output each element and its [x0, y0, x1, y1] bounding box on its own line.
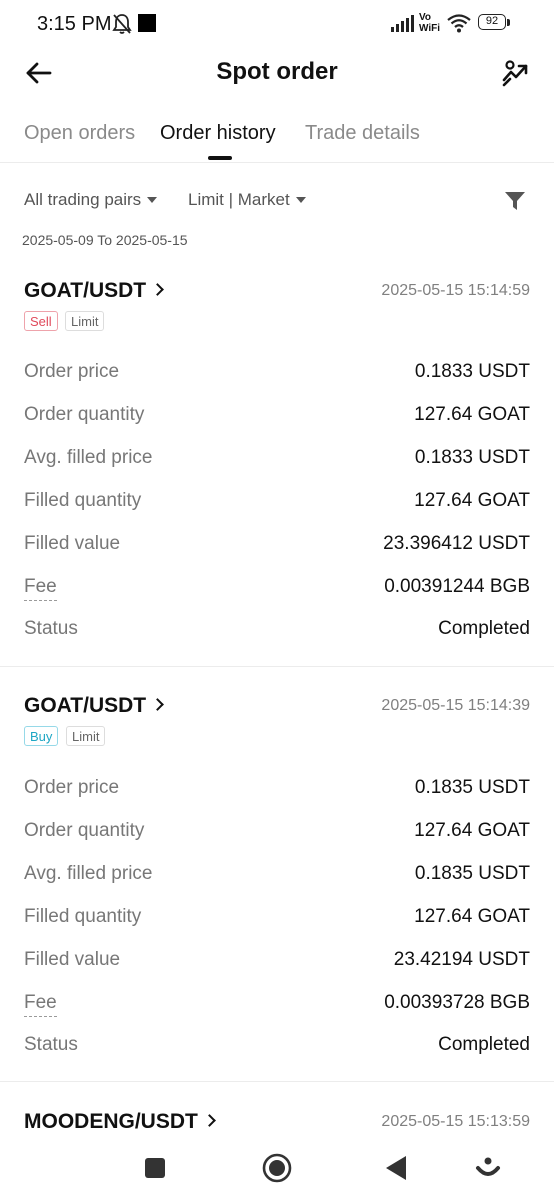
fee-label-tooltip[interactable]: Fee	[24, 992, 57, 1017]
status-row: Status Completed	[0, 618, 554, 648]
order-time: 2025-05-15 15:13:59	[381, 1113, 530, 1130]
trading-pairs-label: All trading pairs	[24, 190, 142, 209]
order-pair-label: GOAT/USDT	[24, 694, 147, 717]
row-value: 127.64 GOAT	[414, 820, 530, 841]
side-badge-sell: Sell	[24, 311, 58, 331]
page-title: Spot order	[216, 58, 338, 85]
nav-square-icon[interactable]	[137, 1150, 173, 1186]
bell-off-icon	[112, 14, 132, 34]
order-quantity-row: Order quantity 127.64 GOAT	[0, 404, 554, 434]
caret-down-icon	[295, 196, 306, 203]
nav-home-icon[interactable]	[259, 1150, 295, 1186]
status-value: Completed	[438, 618, 530, 639]
row-value: 0.1833 USDT	[414, 361, 530, 382]
order-type-label: Limit | Market	[188, 190, 290, 209]
notification-square-icon	[138, 14, 156, 32]
row-value: 0.1835 USDT	[414, 863, 530, 884]
chart-share-icon[interactable]	[500, 58, 532, 88]
side-badge-buy: Buy	[24, 726, 59, 746]
row-label: Order quantity	[24, 820, 145, 841]
signal-icon	[391, 15, 414, 32]
row-label: Filled value	[24, 949, 121, 970]
battery-icon: 92	[478, 14, 512, 32]
header: Spot order	[0, 48, 554, 98]
status-row: Status Completed	[0, 1034, 554, 1064]
row-label: Order price	[24, 777, 120, 798]
row-label: Filled quantity	[24, 490, 142, 511]
status-value: Completed	[438, 1034, 530, 1055]
battery-tip	[507, 19, 510, 26]
order-quantity-row: Order quantity 127.64 GOAT	[0, 820, 554, 850]
filled-value-row: Filled value 23.42194 USDT	[0, 949, 554, 979]
filled-quantity-row: Filled quantity 127.64 GOAT	[0, 490, 554, 520]
avg-filled-price-row: Avg. filled price 0.1833 USDT	[0, 447, 554, 477]
row-value: 127.64 GOAT	[414, 490, 530, 511]
vowifi-bottom-label: WiFi	[419, 23, 441, 34]
caret-down-icon	[147, 196, 158, 203]
row-label: Filled quantity	[24, 906, 142, 927]
row-value: 23.42194 USDT	[393, 949, 530, 970]
row-label: Avg. filled price	[24, 863, 153, 884]
battery-level: 92	[478, 14, 506, 30]
order-card[interactable]: GOAT/USDT 2025-05-15 15:14:59 Sell Limit…	[0, 279, 554, 667]
row-label: Status	[24, 618, 78, 639]
tab-active-indicator	[208, 156, 232, 160]
fee-label-tooltip[interactable]: Fee	[24, 576, 57, 601]
row-label: Filled value	[24, 533, 121, 554]
order-card[interactable]: MOODENG/USDT 2025-05-15 15:13:59	[0, 1110, 554, 1140]
status-bar: 3:15 PM Vo WiFi 92	[0, 0, 554, 50]
vowifi-indicator: Vo WiFi	[419, 12, 440, 34]
filled-quantity-row: Filled quantity 127.64 GOAT	[0, 906, 554, 936]
row-value: 0.1835 USDT	[414, 777, 530, 798]
tab-open-orders[interactable]: Open orders	[24, 122, 135, 145]
filters-bar: All trading pairs Limit | Market	[0, 180, 554, 220]
order-price-row: Order price 0.1835 USDT	[0, 777, 554, 807]
row-value: 127.64 GOAT	[414, 906, 530, 927]
filled-value-row: Filled value 23.396412 USDT	[0, 533, 554, 563]
order-pair[interactable]: GOAT/USDT	[24, 279, 164, 303]
row-label: Order quantity	[24, 404, 145, 425]
order-price-row: Order price 0.1833 USDT	[0, 361, 554, 391]
tab-order-history[interactable]: Order history	[160, 122, 276, 145]
order-type-dropdown[interactable]: Limit | Market	[188, 190, 306, 210]
order-time: 2025-05-15 15:14:59	[381, 282, 530, 299]
type-badge: Limit	[66, 726, 106, 746]
row-label: Order price	[24, 361, 120, 382]
chevron-right-icon	[202, 1114, 216, 1127]
avg-filled-price-row: Avg. filled price 0.1835 USDT	[0, 863, 554, 893]
filter-icon[interactable]	[504, 190, 526, 212]
row-value: 0.00393728 BGB	[384, 992, 530, 1013]
order-pair[interactable]: MOODENG/USDT	[24, 1110, 216, 1134]
wifi-icon	[447, 14, 471, 33]
nav-assistant-icon[interactable]	[470, 1150, 506, 1186]
order-time: 2025-05-15 15:14:39	[381, 697, 530, 714]
order-pair-label: MOODENG/USDT	[24, 1110, 198, 1133]
trading-pairs-dropdown[interactable]: All trading pairs	[24, 190, 158, 210]
tab-trade-details[interactable]: Trade details	[305, 122, 420, 145]
status-time: 3:15 PM	[37, 13, 112, 35]
order-pair-label: GOAT/USDT	[24, 279, 147, 302]
row-value: 23.396412 USDT	[383, 533, 530, 554]
chevron-right-icon	[151, 698, 164, 711]
fee-row: Fee 0.00391244 BGB	[0, 576, 554, 606]
type-badge: Limit	[65, 311, 105, 331]
chevron-right-icon	[151, 283, 164, 296]
row-label: Avg. filled price	[24, 447, 153, 468]
nav-back-icon[interactable]	[378, 1150, 414, 1186]
tabs: Open orders Order history Trade details	[0, 112, 554, 163]
row-value: 0.00391244 BGB	[384, 576, 530, 597]
row-value: 127.64 GOAT	[414, 404, 530, 425]
row-label: Status	[24, 1034, 78, 1055]
fee-row: Fee 0.00393728 BGB	[0, 992, 554, 1022]
system-nav-bar	[0, 1140, 554, 1200]
order-card[interactable]: GOAT/USDT 2025-05-15 15:14:39 Buy Limit …	[0, 694, 554, 1082]
vowifi-top-label: Vo	[419, 12, 432, 23]
row-value: 0.1833 USDT	[414, 447, 530, 468]
order-pair[interactable]: GOAT/USDT	[24, 694, 164, 718]
date-range: 2025-05-09 To 2025-05-15	[22, 232, 188, 248]
